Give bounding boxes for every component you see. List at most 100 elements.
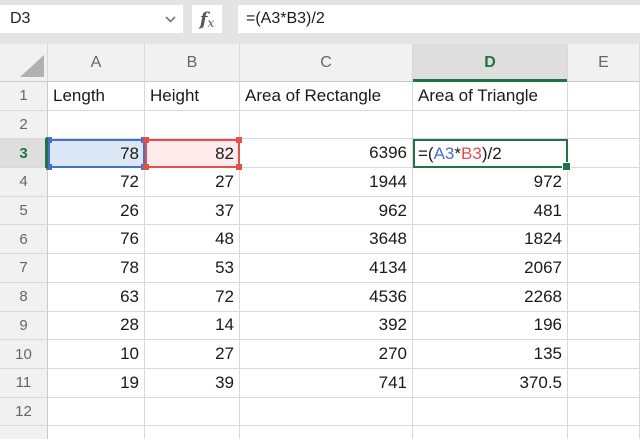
cell-E9[interactable] <box>568 312 640 341</box>
cell-D7[interactable]: 2067 <box>413 254 568 283</box>
cell-value: Area of Rectangle <box>245 86 381 106</box>
cell-D4[interactable]: 972 <box>413 168 568 197</box>
row-header-9[interactable]: 9 <box>0 312 48 341</box>
row-header-7[interactable]: 7 <box>0 254 48 283</box>
cell-C1[interactable]: Area of Rectangle <box>240 82 413 111</box>
insert-function-button[interactable]: fx <box>192 5 222 33</box>
cell-B11[interactable]: 39 <box>145 369 240 398</box>
cell-C10[interactable]: 270 <box>240 340 413 369</box>
select-all-corner[interactable] <box>0 44 48 82</box>
cell-B1[interactable]: Height <box>145 82 240 111</box>
cell-E2[interactable] <box>568 111 640 140</box>
cell-E3[interactable] <box>568 139 640 168</box>
row-header-3[interactable]: 3 <box>0 139 48 168</box>
cell-D1[interactable]: Area of Triangle <box>413 82 568 111</box>
range-corner-handle[interactable] <box>236 164 242 170</box>
cell-A6[interactable]: 76 <box>48 225 145 254</box>
cell-C4[interactable]: 1944 <box>240 168 413 197</box>
row-header-10[interactable]: 10 <box>0 340 48 369</box>
row-header-8[interactable]: 8 <box>0 283 48 312</box>
cell-E4[interactable] <box>568 168 640 197</box>
cell-C11[interactable]: 741 <box>240 369 413 398</box>
cell-B5[interactable]: 37 <box>145 197 240 226</box>
cell-C7[interactable]: 4134 <box>240 254 413 283</box>
cell-B3[interactable]: 82 <box>145 139 240 168</box>
cell-C2[interactable] <box>240 111 413 140</box>
cell-B9[interactable]: 14 <box>145 312 240 341</box>
cell-A10[interactable]: 10 <box>48 340 145 369</box>
row-header-4[interactable]: 4 <box>0 168 48 197</box>
cell-Ex[interactable] <box>568 426 640 439</box>
cell-A4[interactable]: 72 <box>48 168 145 197</box>
cell-D5[interactable]: 481 <box>413 197 568 226</box>
cell-E10[interactable] <box>568 340 640 369</box>
formula-bar-input[interactable]: =(A3*B3)/2 <box>238 5 640 33</box>
cell-C5[interactable]: 962 <box>240 197 413 226</box>
cell-A2[interactable] <box>48 111 145 140</box>
name-box-dropdown-icon[interactable] <box>165 16 176 23</box>
cell-B12[interactable] <box>145 398 240 427</box>
cell-A12[interactable] <box>48 398 145 427</box>
cell-E6[interactable] <box>568 225 640 254</box>
range-corner-handle[interactable] <box>143 164 149 170</box>
column-header-B[interactable]: B <box>145 44 240 82</box>
row-header-2[interactable]: 2 <box>0 111 48 140</box>
cell-value: 39 <box>215 373 234 393</box>
cell-D10[interactable]: 135 <box>413 340 568 369</box>
row-header-1[interactable]: 1 <box>0 82 48 111</box>
cell-C6[interactable]: 3648 <box>240 225 413 254</box>
cell-value: 1944 <box>369 172 407 192</box>
cell-E8[interactable] <box>568 283 640 312</box>
cell-B8[interactable]: 72 <box>145 283 240 312</box>
cell-value: 78 <box>120 258 139 278</box>
row-header-partial[interactable] <box>0 426 48 439</box>
cell-E7[interactable] <box>568 254 640 283</box>
cell-B6[interactable]: 48 <box>145 225 240 254</box>
cell-E5[interactable] <box>568 197 640 226</box>
cell-C8[interactable]: 4536 <box>240 283 413 312</box>
column-header-D[interactable]: D <box>413 44 568 82</box>
row-header-6[interactable]: 6 <box>0 225 48 254</box>
cell-D11[interactable]: 370.5 <box>413 369 568 398</box>
cell-D12[interactable] <box>413 398 568 427</box>
name-box[interactable]: D3 <box>0 5 183 33</box>
row-header-11[interactable]: 11 <box>0 369 48 398</box>
cell-A5[interactable]: 26 <box>48 197 145 226</box>
cell-D6[interactable]: 1824 <box>413 225 568 254</box>
cell-A1[interactable]: Length <box>48 82 145 111</box>
fill-handle[interactable] <box>562 162 571 171</box>
cell-D9[interactable]: 196 <box>413 312 568 341</box>
cell-D2[interactable] <box>413 111 568 140</box>
cell-C3[interactable]: 6396 <box>240 139 413 168</box>
cell-A8[interactable]: 63 <box>48 283 145 312</box>
cell-D8[interactable]: 2268 <box>413 283 568 312</box>
cell-B2[interactable] <box>145 111 240 140</box>
cell-A11[interactable]: 19 <box>48 369 145 398</box>
cell-A7[interactable]: 78 <box>48 254 145 283</box>
range-corner-handle[interactable] <box>236 137 242 143</box>
fx-icon: f <box>200 9 208 30</box>
row-header-12[interactable]: 12 <box>0 398 48 427</box>
cell-Ax[interactable] <box>48 426 145 439</box>
column-header-E[interactable]: E <box>568 44 640 82</box>
formula-part: B3 <box>461 144 482 164</box>
cell-C9[interactable]: 392 <box>240 312 413 341</box>
cell-value: 76 <box>120 229 139 249</box>
column-header-A[interactable]: A <box>48 44 145 82</box>
cell-A3[interactable]: 78 <box>48 139 145 168</box>
cell-Cx[interactable] <box>240 426 413 439</box>
cell-B7[interactable]: 53 <box>145 254 240 283</box>
row-header-5[interactable]: 5 <box>0 197 48 226</box>
cell-Bx[interactable] <box>145 426 240 439</box>
cell-E12[interactable] <box>568 398 640 427</box>
cell-E11[interactable] <box>568 369 640 398</box>
cell-C12[interactable] <box>240 398 413 427</box>
cell-Dx[interactable] <box>413 426 568 439</box>
cell-A9[interactable]: 28 <box>48 312 145 341</box>
cell-B10[interactable]: 27 <box>145 340 240 369</box>
cell-E1[interactable] <box>568 82 640 111</box>
cell-D3[interactable]: =(A3*B3)/2 <box>413 139 568 168</box>
column-header-C[interactable]: C <box>240 44 413 82</box>
cell-B4[interactable]: 27 <box>145 168 240 197</box>
range-corner-handle[interactable] <box>143 137 149 143</box>
